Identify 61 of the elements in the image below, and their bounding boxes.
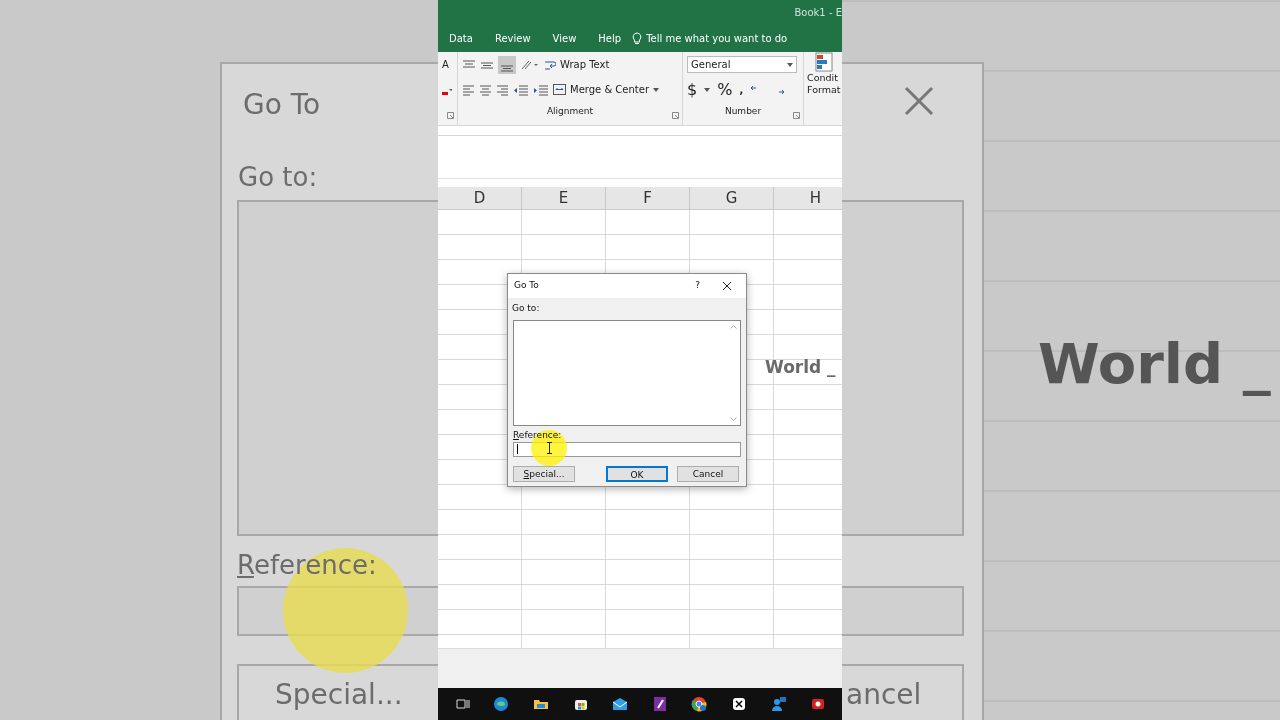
enlarged-title: Go To — [243, 87, 321, 123]
video-editor-icon[interactable] — [730, 696, 747, 712]
column-header[interactable]: E — [522, 187, 606, 209]
conditional-formatting-button[interactable]: Condit Format — [807, 72, 841, 96]
ribbon-tab[interactable]: Review — [483, 31, 542, 46]
dialog-button[interactable]: OK — [606, 465, 668, 482]
tell-me-search[interactable]: Tell me what you want to do — [646, 31, 788, 46]
scroll-up-icon[interactable] — [729, 323, 737, 329]
browser-icon[interactable] — [493, 696, 510, 712]
text-cursor-icon — [517, 444, 519, 454]
field-label: Go to: — [511, 302, 541, 315]
dialog-button[interactable]: Cancel — [677, 465, 739, 482]
merge-icon — [553, 84, 566, 95]
column-header[interactable]: G — [690, 187, 774, 209]
dialog-launcher-icon[interactable] — [672, 112, 679, 119]
align-left-icon[interactable] — [462, 83, 475, 96]
ribbon-tab[interactable]: View — [541, 31, 588, 46]
enlarged-close-icon — [904, 86, 934, 116]
increase-indent-icon[interactable] — [533, 83, 549, 96]
orientation-icon[interactable] — [520, 58, 540, 71]
scroll-down-icon[interactable] — [729, 416, 737, 422]
enlarged-label: Go to: — [238, 161, 318, 194]
currency-button[interactable]: $ — [687, 77, 698, 102]
lightbulb-icon — [632, 32, 643, 45]
group-label: Alignment — [546, 105, 594, 119]
number-format-dropdown[interactable]: General — [687, 56, 797, 73]
align-center-icon[interactable] — [479, 83, 492, 96]
people-icon[interactable] — [770, 696, 787, 712]
merge-center-button[interactable]: Merge & Center — [553, 82, 650, 97]
ribbon-tab[interactable]: Help — [587, 31, 633, 46]
percent-button[interactable]: % — [717, 77, 733, 102]
dropdown-caret-icon[interactable] — [704, 87, 711, 92]
column-header[interactable]: F — [606, 187, 690, 209]
dialog-title: Go To — [514, 279, 540, 293]
i-beam-cursor-icon — [546, 442, 553, 454]
dialog-launcher-icon[interactable] — [793, 112, 800, 119]
close-icon[interactable] — [722, 281, 732, 291]
font-size-button[interactable]: A — [442, 57, 449, 72]
wrap-icon — [544, 58, 556, 71]
align-right-icon[interactable] — [496, 83, 509, 96]
decrease-indent-icon[interactable] — [513, 83, 529, 96]
align-bottom-icon[interactable] — [498, 55, 516, 74]
window-title: Book1 - E — [794, 6, 842, 20]
dialog-button[interactable]: Special... — [513, 465, 575, 482]
notebook-icon[interactable] — [651, 696, 668, 712]
dropdown-caret-icon — [787, 62, 793, 67]
conditional-formatting-icon[interactable] — [814, 52, 833, 72]
recorder-icon[interactable] — [810, 696, 827, 712]
dropdown-caret-icon[interactable] — [653, 87, 660, 92]
group-label: Number — [724, 105, 762, 119]
cell-text: World _ — [765, 356, 836, 379]
mail-icon[interactable] — [612, 696, 629, 712]
wrap-text-button[interactable]: Wrap Text — [544, 57, 610, 72]
ribbon-tab[interactable]: Data — [438, 31, 484, 46]
column-header[interactable]: D — [438, 187, 522, 209]
dialog-launcher-icon[interactable] — [447, 112, 454, 119]
enlarged-cell-text: World _ — [1038, 330, 1271, 398]
help-button[interactable]: ? — [695, 279, 700, 293]
comma-button[interactable]: , — [739, 82, 744, 97]
destination-list[interactable] — [513, 319, 741, 426]
task-view-icon[interactable] — [453, 696, 470, 712]
